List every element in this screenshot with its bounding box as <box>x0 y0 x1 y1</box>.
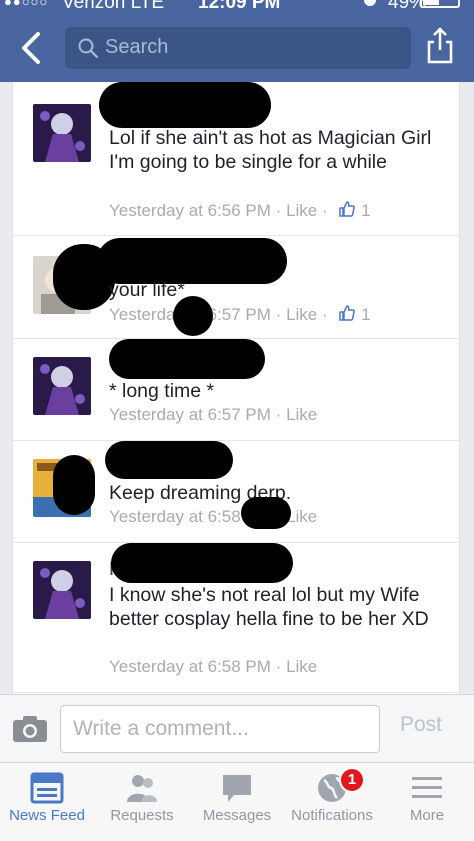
comment-item: * long time * Yesterday at 6:57 PM · Lik… <box>13 339 459 441</box>
like-count: 1 <box>361 201 371 220</box>
comment-text: your life* <box>109 279 185 301</box>
comment-meta: Yesterday at 6:56 PM · Like · 1 <box>109 200 371 221</box>
avatar[interactable] <box>33 104 91 162</box>
comment-meta: Yesterday at 6:57 PM · Like · 1 <box>109 304 371 325</box>
add-photo-button[interactable] <box>12 715 48 743</box>
like-button[interactable]: Like <box>286 305 317 324</box>
tab-messages[interactable]: Messages <box>190 763 284 841</box>
magician-avatar-image <box>33 357 91 415</box>
navigation-header: ●●○○○ Verizon LTE 12:09 PM 49% Search <box>0 0 474 82</box>
status-bar: ●●○○○ Verizon LTE 12:09 PM 49% <box>0 0 474 12</box>
comment-text: I know she's not real lol but my Wife be… <box>109 584 429 630</box>
magician-avatar-image <box>33 104 91 162</box>
carrier-label: Verizon LTE <box>62 0 165 12</box>
search-placeholder: Search <box>105 36 169 58</box>
meta-separator: · <box>275 657 282 676</box>
tab-label: Messages <box>202 807 272 824</box>
thumbs-up-icon <box>339 201 356 217</box>
tab-more[interactable]: More <box>380 763 474 841</box>
messages-icon <box>223 775 251 802</box>
comment-list: Lol if she ain't as hot as Magician Girl… <box>12 82 460 694</box>
comment-text: Lol if she ain't as hot as Magician Girl… <box>109 127 432 173</box>
comment-timestamp: Yesterday at 6:56 PM <box>109 201 271 220</box>
meta-separator: · <box>275 201 282 220</box>
bottom-tab-bar: News Feed Requests Messages 1 Notificati… <box>0 762 474 841</box>
comment-item: Keep dreaming derp. Yesterday at 6:58 PM… <box>13 441 459 543</box>
notification-badge: 1 <box>339 767 365 793</box>
clock: 12:09 PM <box>198 0 281 12</box>
comment-item: Lol if she ain't as hot as Magician Girl… <box>13 82 459 236</box>
tab-label: More <box>409 807 445 824</box>
like-button[interactable]: Like <box>286 657 317 676</box>
comment-input[interactable] <box>60 705 380 753</box>
avatar[interactable] <box>33 561 91 619</box>
redacted-name <box>105 441 233 479</box>
redacted-name <box>111 543 293 583</box>
friend-requests-icon <box>127 775 157 802</box>
news-feed-icon <box>30 772 64 804</box>
thumbs-up-icon <box>339 305 356 321</box>
menu-icon <box>412 777 442 798</box>
comment-timestamp: Yesterday at 6:58 PM <box>109 657 271 676</box>
avatar[interactable] <box>33 357 91 415</box>
meta-separator: · <box>275 305 282 324</box>
redaction-mark <box>241 497 291 529</box>
comment-item: Ha omas I know she's not real lol but my… <box>13 543 459 693</box>
tab-label: Notifications <box>291 807 373 824</box>
like-count: 1 <box>361 305 371 324</box>
like-button[interactable]: Like <box>286 201 317 220</box>
tab-notifications[interactable]: 1 Notifications <box>285 763 379 841</box>
location-icon <box>364 0 376 6</box>
tab-requests[interactable]: Requests <box>95 763 189 841</box>
camera-icon <box>13 716 47 742</box>
redacted-name <box>109 339 265 379</box>
like-button[interactable]: Like <box>286 405 317 424</box>
redacted-name <box>99 82 271 128</box>
meta-separator: · <box>321 201 328 220</box>
comment-text: * long time * <box>109 380 215 402</box>
redaction-mark <box>173 296 213 336</box>
tab-news-feed[interactable]: News Feed <box>0 763 94 841</box>
comment-item: your life* Yesterday at 6:57 PM · Like ·… <box>13 236 459 339</box>
redacted-avatar-overlay <box>53 455 95 515</box>
share-icon <box>427 27 453 64</box>
share-button[interactable] <box>425 26 455 66</box>
comment-meta: Yesterday at 6:57 PM · Like <box>109 405 317 425</box>
battery-icon <box>420 0 460 8</box>
tab-label: Requests <box>110 807 174 824</box>
meta-separator: · <box>275 405 282 424</box>
post-button[interactable]: Post <box>400 713 442 737</box>
back-button[interactable] <box>18 30 48 66</box>
search-icon <box>78 38 99 59</box>
comment-composer: Post <box>0 694 474 762</box>
comment-timestamp: Yesterday at 6:57 PM <box>109 405 271 424</box>
meta-separator: · <box>321 305 328 324</box>
magician-avatar-image <box>33 561 91 619</box>
signal-strength-icon: ●●○○○ <box>4 0 49 9</box>
tab-label: News Feed <box>9 807 85 824</box>
chevron-left-icon <box>22 32 40 64</box>
comment-meta: Yesterday at 6:58 PM · Like <box>109 657 317 677</box>
search-input[interactable]: Search <box>65 27 411 69</box>
